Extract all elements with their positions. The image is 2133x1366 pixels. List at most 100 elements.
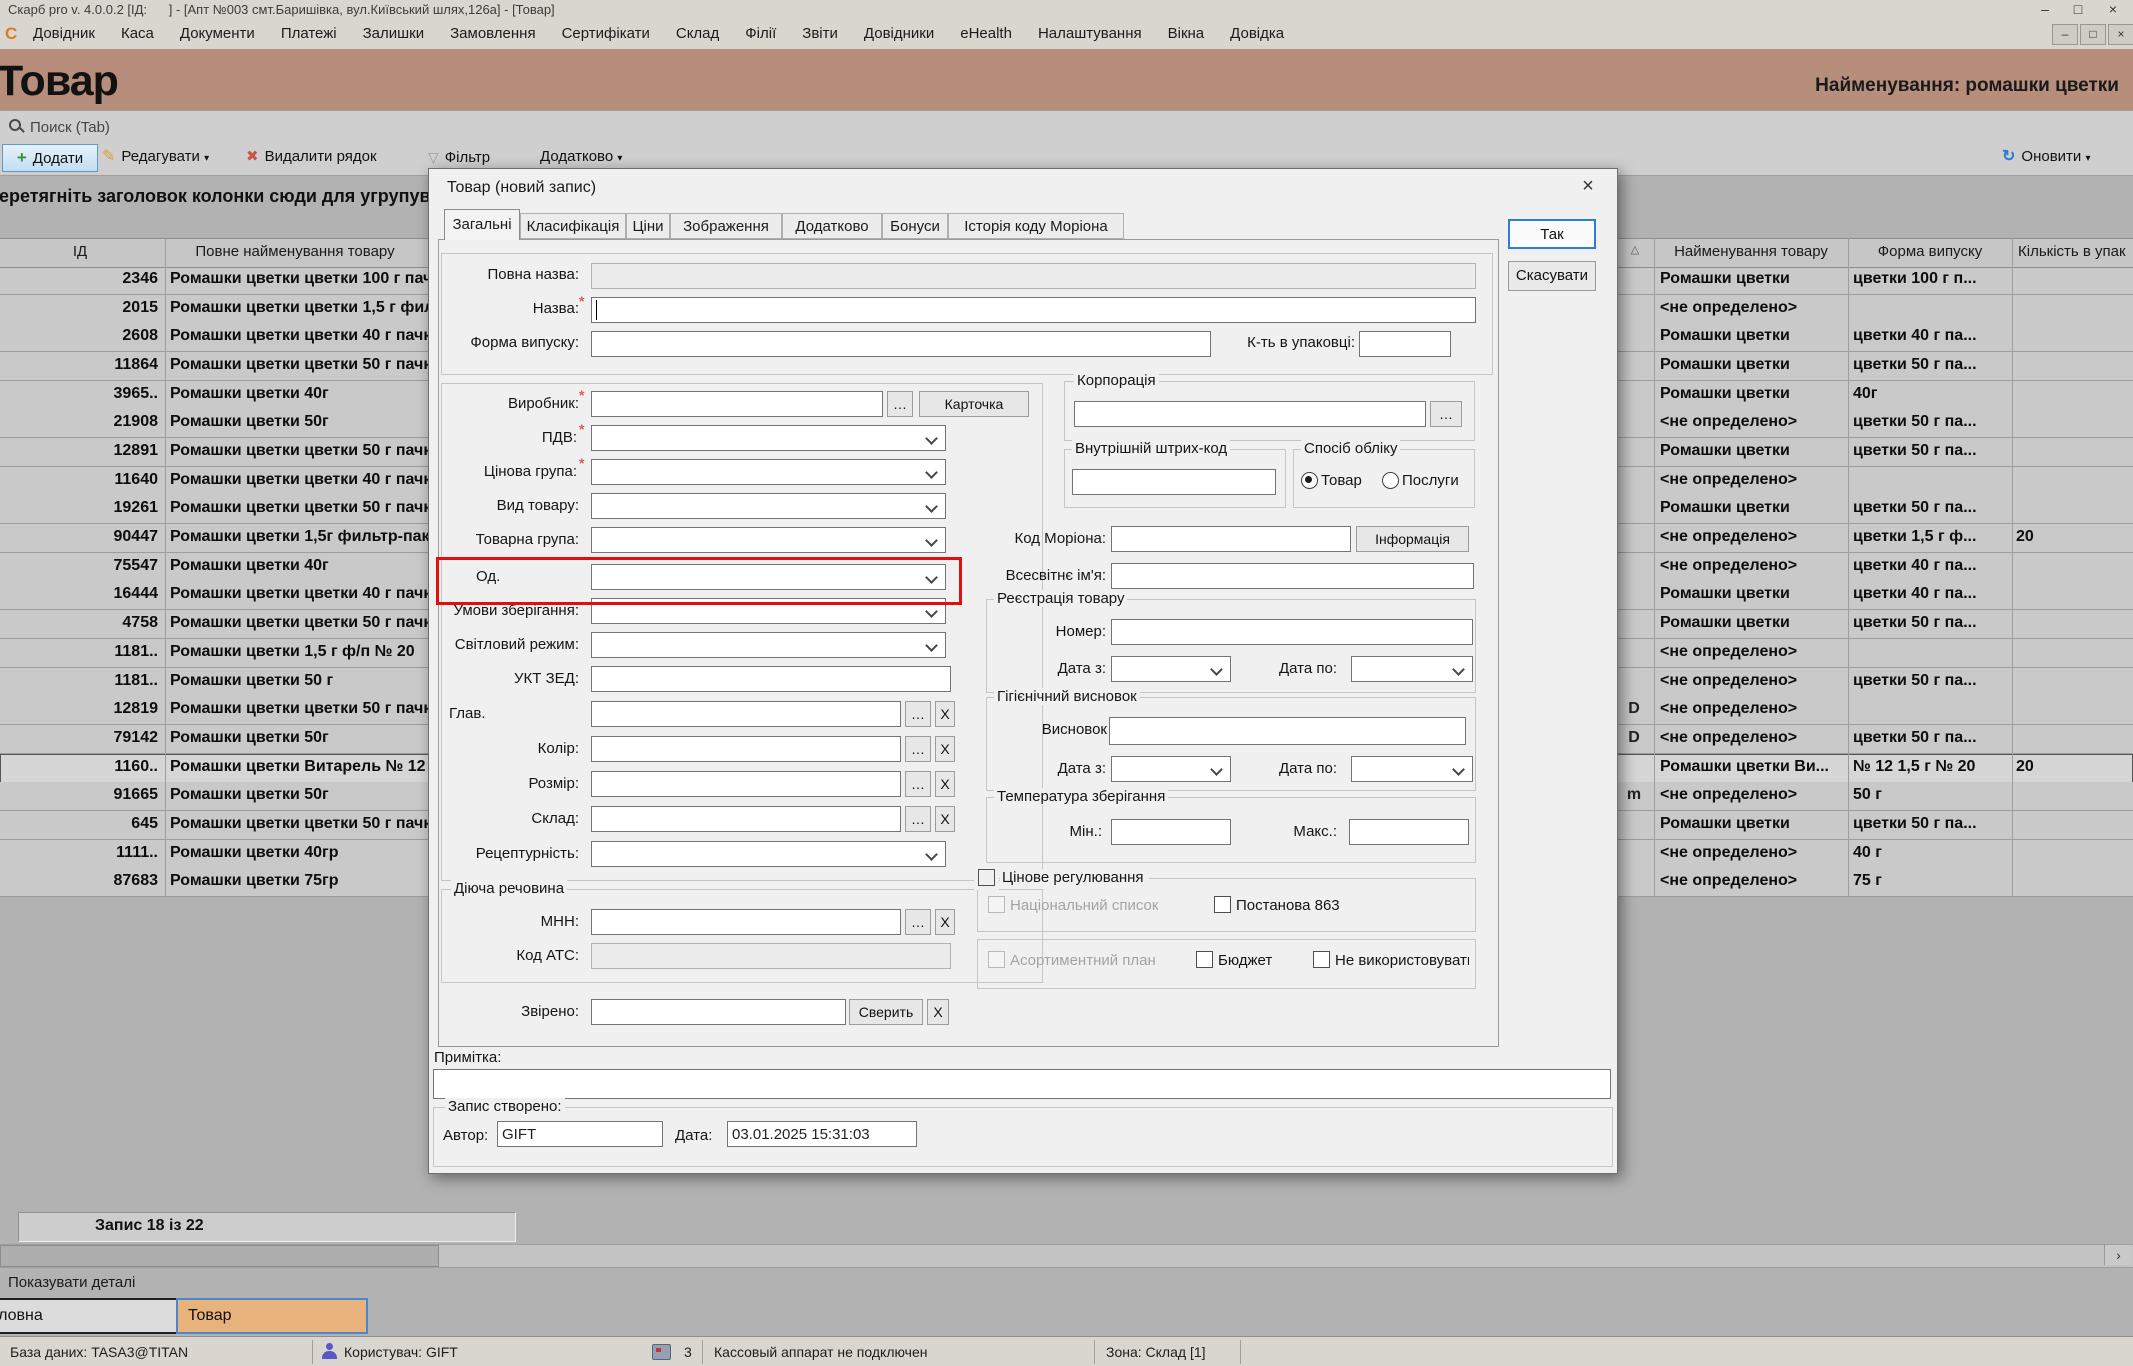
light-mode-select[interactable] bbox=[591, 632, 946, 658]
form-input[interactable] bbox=[591, 331, 1211, 357]
size-input[interactable] bbox=[591, 771, 901, 797]
conclusion-input[interactable] bbox=[1109, 717, 1466, 745]
price-reg-checkbox[interactable] bbox=[978, 869, 995, 886]
ukt-input[interactable] bbox=[591, 666, 951, 692]
menu-item-склад[interactable]: Склад bbox=[663, 19, 732, 48]
menu-item-довідник[interactable]: Довідник bbox=[20, 19, 108, 48]
verify-button[interactable]: Сверить bbox=[849, 999, 923, 1025]
date-from-select[interactable] bbox=[1111, 656, 1231, 682]
product-kind-select[interactable] bbox=[591, 493, 946, 519]
color-clear-button[interactable]: X bbox=[935, 736, 955, 762]
menu-item-каса[interactable]: Каса bbox=[108, 19, 167, 48]
minimize-icon[interactable]: – bbox=[2030, 0, 2060, 19]
manufacturer-input[interactable] bbox=[591, 391, 883, 417]
close-icon[interactable]: × bbox=[2098, 0, 2128, 19]
column-header-name[interactable]: Найменування товару bbox=[1654, 243, 1848, 260]
morion-input[interactable] bbox=[1111, 526, 1351, 552]
max-input[interactable] bbox=[1349, 819, 1469, 845]
warehouse-browse-button[interactable]: … bbox=[905, 806, 931, 832]
menu-item-звіти[interactable]: Звіти bbox=[789, 19, 851, 48]
size-clear-button[interactable]: X bbox=[935, 771, 955, 797]
scroll-right-icon[interactable]: › bbox=[2104, 1245, 2132, 1265]
price-reg-label[interactable]: Цінове регулювання bbox=[1000, 869, 1149, 886]
budget-checkbox[interactable] bbox=[1196, 951, 1213, 968]
menu-item-замовлення[interactable]: Замовлення bbox=[437, 19, 548, 48]
dialog-tab-7[interactable]: Історія коду Моріона bbox=[948, 213, 1124, 239]
product-group-select[interactable] bbox=[591, 527, 946, 553]
scrollbar-thumb[interactable] bbox=[0, 1245, 439, 1267]
manufacturer-browse-button[interactable]: … bbox=[887, 391, 913, 417]
menu-item-довідники[interactable]: Довідники bbox=[851, 19, 947, 48]
maximize-icon[interactable]: □ bbox=[2063, 0, 2093, 19]
mnn-input[interactable] bbox=[591, 909, 901, 935]
card-button[interactable]: Карточка bbox=[919, 391, 1029, 417]
qty-pack-input[interactable] bbox=[1359, 331, 1451, 357]
more-button[interactable]: Додатково ▾ bbox=[540, 144, 622, 170]
menu-item-платежі[interactable]: Платежі bbox=[268, 19, 350, 48]
not-used-label[interactable]: Не використовувати bbox=[1335, 952, 1469, 969]
sort-icon[interactable]: △ bbox=[1616, 243, 1654, 256]
decree863-label[interactable]: Постанова 863 bbox=[1236, 897, 1340, 914]
verified-clear-button[interactable]: X bbox=[927, 999, 949, 1025]
name-input[interactable] bbox=[591, 297, 1476, 323]
info-button[interactable]: Інформація bbox=[1356, 526, 1469, 552]
world-name-input[interactable] bbox=[1111, 563, 1474, 589]
dialog-tab-3[interactable]: Ціни bbox=[626, 213, 670, 239]
mdi-close-icon[interactable]: × bbox=[2108, 24, 2133, 45]
barcode-input[interactable] bbox=[1072, 469, 1276, 495]
glav-input[interactable] bbox=[591, 701, 901, 727]
add-button[interactable]: + Додати bbox=[2, 144, 98, 172]
mnn-browse-button[interactable]: … bbox=[905, 909, 931, 935]
show-details-label[interactable]: Показувати деталі bbox=[8, 1274, 135, 1291]
search-input[interactable] bbox=[28, 114, 2112, 140]
goods-radio-label[interactable]: Товар bbox=[1321, 472, 1362, 489]
not-used-checkbox[interactable] bbox=[1313, 951, 1330, 968]
menu-item-філії[interactable]: Філії bbox=[732, 19, 789, 48]
verified-input[interactable] bbox=[591, 999, 846, 1025]
mdi-minimize-icon[interactable]: – bbox=[2052, 24, 2078, 45]
dialog-tab-2[interactable]: Класифікація bbox=[520, 213, 626, 239]
decree863-checkbox[interactable] bbox=[1214, 896, 1231, 913]
hygiene-date-from-select[interactable] bbox=[1111, 756, 1231, 782]
dialog-tab-5[interactable]: Додатково bbox=[782, 213, 882, 239]
number-input[interactable] bbox=[1111, 619, 1473, 645]
corporation-input[interactable] bbox=[1074, 401, 1426, 427]
menu-item-сертифікати[interactable]: Сертифікати bbox=[549, 19, 663, 48]
menu-item-довідка[interactable]: Довідка bbox=[1217, 19, 1297, 48]
note-input[interactable] bbox=[433, 1069, 1611, 1099]
horizontal-scrollbar[interactable]: › bbox=[0, 1244, 2133, 1268]
color-input[interactable] bbox=[591, 736, 901, 762]
refresh-button[interactable]: ↻ Оновити ▾ bbox=[2002, 144, 2091, 170]
goods-radio[interactable] bbox=[1301, 472, 1318, 489]
ok-button[interactable]: Так bbox=[1508, 219, 1596, 249]
size-browse-button[interactable]: … bbox=[905, 771, 931, 797]
glav-clear-button[interactable]: X bbox=[935, 701, 955, 727]
menu-item-вікна[interactable]: Вікна bbox=[1155, 19, 1218, 48]
dialog-tab-6[interactable]: Бонуси bbox=[882, 213, 948, 239]
warehouse-clear-button[interactable]: X bbox=[935, 806, 955, 832]
delete-row-button[interactable]: ✖ Видалити рядок bbox=[246, 144, 377, 170]
glav-browse-button[interactable]: … bbox=[905, 701, 931, 727]
mnn-clear-button[interactable]: X bbox=[935, 909, 955, 935]
bottom-tab-main[interactable]: Головна bbox=[0, 1298, 180, 1334]
column-header-qty[interactable]: Кількість в упак bbox=[2018, 243, 2131, 260]
warehouse-input[interactable] bbox=[591, 806, 901, 832]
edit-button[interactable]: ✎ Редагувати ▾ bbox=[102, 144, 209, 170]
corporation-browse-button[interactable]: … bbox=[1430, 401, 1462, 427]
column-header-id[interactable]: ІД bbox=[0, 243, 160, 260]
min-input[interactable] bbox=[1111, 819, 1231, 845]
mdi-restore-icon[interactable]: □ bbox=[2080, 24, 2106, 45]
price-group-select[interactable] bbox=[591, 459, 946, 485]
color-browse-button[interactable]: … bbox=[905, 736, 931, 762]
vat-select[interactable] bbox=[591, 425, 946, 451]
bottom-tab-tovar[interactable]: Товар bbox=[176, 1298, 368, 1334]
menu-item-налаштування[interactable]: Налаштування bbox=[1025, 19, 1155, 48]
cancel-button[interactable]: Скасувати bbox=[1508, 261, 1596, 291]
budget-label[interactable]: Бюджет bbox=[1218, 952, 1272, 969]
author-input[interactable] bbox=[497, 1121, 663, 1147]
menu-item-ehealth[interactable]: eHealth bbox=[947, 19, 1025, 48]
filter-button[interactable]: ▽ Фільтр bbox=[428, 144, 490, 170]
date-to-select[interactable] bbox=[1351, 656, 1473, 682]
column-header-form[interactable]: Форма випуску bbox=[1848, 243, 2012, 260]
column-header-full-name[interactable]: Повне найменування товару bbox=[165, 243, 425, 260]
